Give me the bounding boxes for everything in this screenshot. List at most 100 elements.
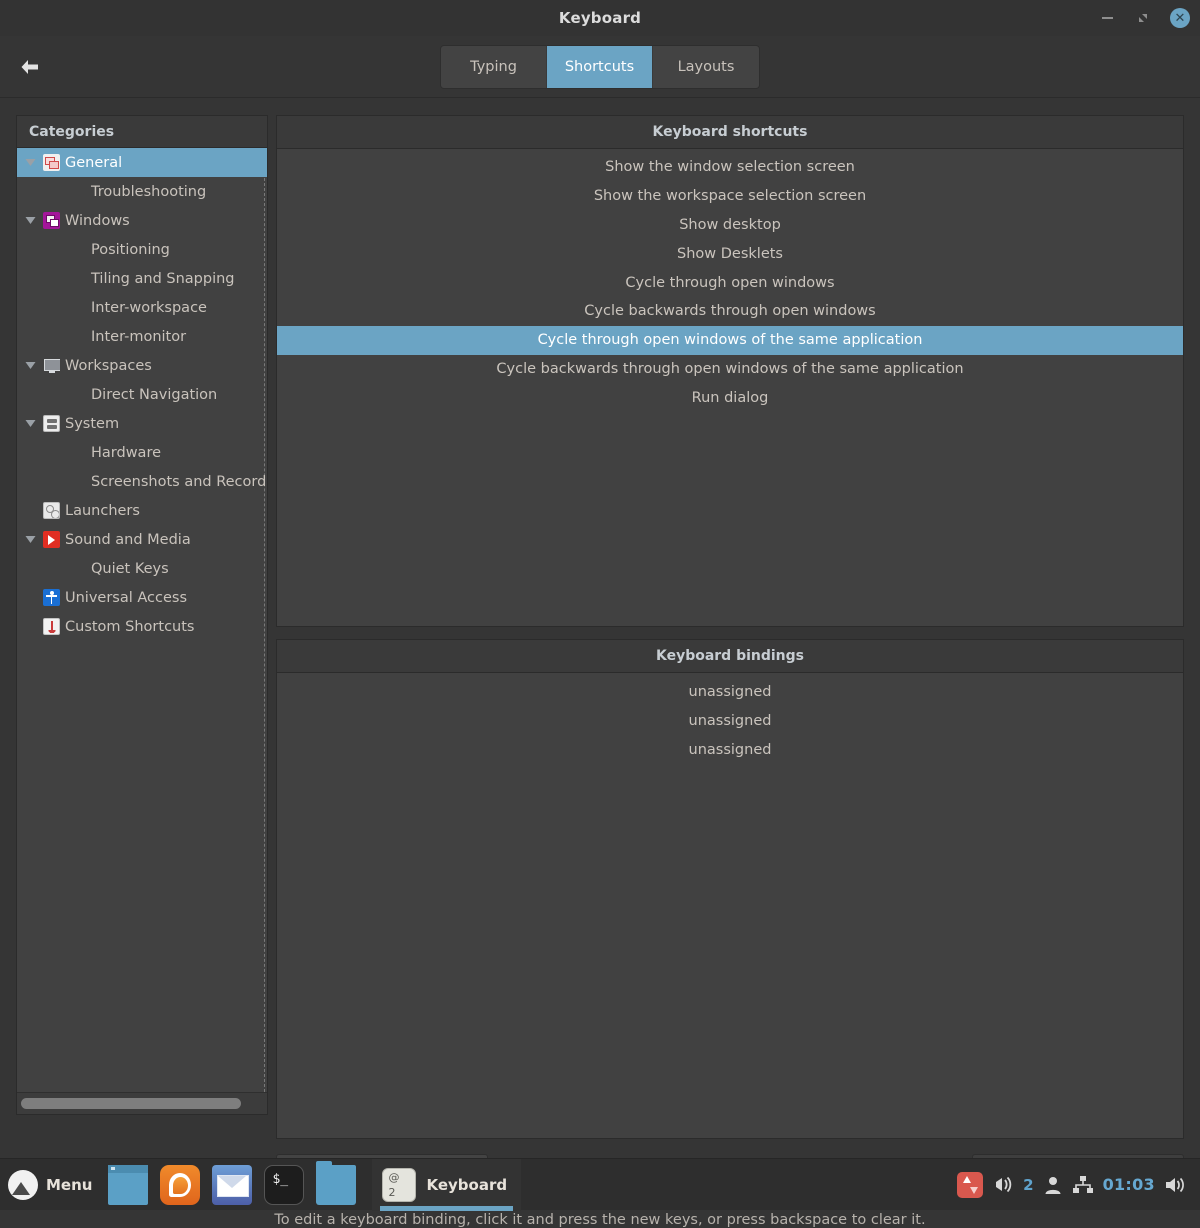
sidebar-item-label: Sound and Media: [65, 532, 191, 548]
taskbar-window-button-keyboard[interactable]: @ 2 Keyboard: [372, 1159, 521, 1211]
sidebar-item-label: System: [65, 416, 119, 432]
launchers-icon: [43, 502, 60, 519]
shortcut-row[interactable]: Show desktop: [277, 211, 1183, 240]
sidebar-item-label: General: [65, 155, 122, 171]
chevron-down-icon[interactable]: [17, 535, 43, 544]
sidebar-item-screenshots-and-recording[interactable]: Screenshots and Recording: [17, 467, 267, 496]
sidebar-item-custom-shortcuts[interactable]: Custom Shortcuts: [17, 612, 267, 641]
tab-bar: Typing Shortcuts Layouts: [440, 45, 760, 89]
keyboard-shortcuts-panel: Keyboard shortcuts Show the window selec…: [276, 115, 1184, 627]
sidebar-item-label: Tiling and Snapping: [91, 271, 235, 287]
sidebar-item-inter-monitor[interactable]: Inter-monitor: [17, 322, 267, 351]
title-bar: Keyboard ✕: [0, 0, 1200, 36]
window-title: Keyboard: [559, 9, 641, 27]
keyboard-shortcuts-list[interactable]: Show the window selection screenShow the…: [277, 149, 1183, 626]
taskbar: Menu @ 2 Keyboard 2: [0, 1158, 1200, 1210]
sidebar-item-label: Launchers: [65, 503, 140, 519]
sidebar-item-label: Positioning: [91, 242, 170, 258]
update-manager-icon[interactable]: [957, 1172, 983, 1198]
back-button[interactable]: [14, 52, 46, 82]
categories-sidebar: Categories General Troubleshooting Windows…: [16, 115, 268, 1115]
keyboard-icon-at: @: [388, 1171, 399, 1184]
binding-row[interactable]: unassigned: [277, 706, 1183, 735]
file-manager-icon[interactable]: [316, 1165, 356, 1205]
sidebar-item-direct-navigation[interactable]: Direct Navigation: [17, 380, 267, 409]
keyboard-bindings-panel: Keyboard bindings unassignedunassignedun…: [276, 639, 1184, 1139]
sidebar-item-label: Quiet Keys: [91, 561, 169, 577]
categories-header: Categories: [17, 116, 267, 148]
windows-icon: [43, 212, 60, 229]
shortcut-row[interactable]: Show the window selection screen: [277, 153, 1183, 182]
sidebar-item-label: Workspaces: [65, 358, 152, 374]
terminal-icon[interactable]: [264, 1165, 304, 1205]
menu-button[interactable]: Menu: [0, 1159, 102, 1211]
network-icon[interactable]: [1072, 1175, 1094, 1195]
chevron-down-icon[interactable]: [17, 158, 43, 167]
volume-icon[interactable]: [1164, 1175, 1186, 1195]
sidebar-item-tiling-and-snapping[interactable]: Tiling and Snapping: [17, 264, 267, 293]
tab-shortcuts[interactable]: Shortcuts: [547, 46, 653, 88]
mail-icon[interactable]: [212, 1165, 252, 1205]
binding-row[interactable]: unassigned: [277, 677, 1183, 706]
sidebar-item-label: Custom Shortcuts: [65, 619, 194, 635]
sidebar-item-label: Windows: [65, 213, 130, 229]
sidebar-item-hardware[interactable]: Hardware: [17, 438, 267, 467]
sidebar-item-troubleshooting[interactable]: Troubleshooting: [17, 177, 267, 206]
sidebar-item-label: Screenshots and Recording: [91, 474, 267, 490]
sidebar-item-general[interactable]: General: [17, 148, 267, 177]
shortcut-row[interactable]: Cycle through open windows of the same a…: [277, 326, 1183, 355]
menu-logo-icon: [8, 1170, 38, 1200]
sidebar-item-workspaces[interactable]: Workspaces: [17, 351, 267, 380]
workspaces-icon: [43, 357, 60, 374]
minimize-button[interactable]: [1098, 9, 1116, 27]
shortcut-row[interactable]: Show Desklets: [277, 239, 1183, 268]
shortcut-row[interactable]: Show the workspace selection screen: [277, 182, 1183, 211]
sound-media-icon: [43, 531, 60, 548]
sidebar-item-system[interactable]: System: [17, 409, 267, 438]
firefox-icon[interactable]: [160, 1165, 200, 1205]
sidebar-item-quiet-keys[interactable]: Quiet Keys: [17, 554, 267, 583]
menu-label: Menu: [46, 1176, 92, 1194]
show-desktop-icon[interactable]: [108, 1165, 148, 1205]
user-icon[interactable]: [1043, 1175, 1063, 1195]
chevron-down-icon[interactable]: [17, 361, 43, 370]
chevron-down-icon[interactable]: [17, 216, 43, 225]
keyboard-icon-two: 2: [388, 1186, 395, 1199]
sidebar-item-label: Inter-workspace: [91, 300, 207, 316]
close-button[interactable]: ✕: [1170, 8, 1190, 28]
scrollbar-thumb[interactable]: [21, 1098, 241, 1109]
tab-typing[interactable]: Typing: [441, 46, 547, 88]
clock[interactable]: 01:03: [1103, 1175, 1155, 1194]
keyboard-shortcuts-header: Keyboard shortcuts: [277, 116, 1183, 149]
shortcut-row[interactable]: Cycle through open windows: [277, 268, 1183, 297]
arrow-left-icon: [19, 58, 41, 76]
shortcut-row[interactable]: Cycle backwards through open windows: [277, 297, 1183, 326]
binding-row[interactable]: unassigned: [277, 735, 1183, 764]
sidebar-item-label: Hardware: [91, 445, 161, 461]
sidebar-item-launchers[interactable]: Launchers: [17, 496, 267, 525]
window-controls: ✕: [1098, 0, 1190, 36]
chevron-down-icon[interactable]: [17, 419, 43, 428]
keyboard-bindings-list[interactable]: unassignedunassignedunassigned: [277, 673, 1183, 1138]
categories-tree[interactable]: General Troubleshooting Windows Positioning…: [17, 148, 267, 1092]
maximize-button[interactable]: [1134, 9, 1152, 27]
notification-bell-icon[interactable]: [992, 1175, 1014, 1195]
shortcut-row[interactable]: Cycle backwards through open windows of …: [277, 355, 1183, 384]
sidebar-item-positioning[interactable]: Positioning: [17, 235, 267, 264]
notification-count: 2: [1023, 1176, 1033, 1194]
sidebar-item-label: Troubleshooting: [91, 184, 206, 200]
taskbar-window-label: Keyboard: [426, 1176, 507, 1194]
keyboard-bindings-header: Keyboard bindings: [277, 640, 1183, 673]
sidebar-item-windows[interactable]: Windows: [17, 206, 267, 235]
shortcut-row[interactable]: Run dialog: [277, 383, 1183, 412]
universal-access-icon: [43, 589, 60, 606]
sidebar-item-universal-access[interactable]: Universal Access: [17, 583, 267, 612]
sidebar-item-label: Inter-monitor: [91, 329, 186, 345]
sidebar-item-inter-workspace[interactable]: Inter-workspace: [17, 293, 267, 322]
tab-layouts[interactable]: Layouts: [653, 46, 759, 88]
sidebar-item-sound-and-media[interactable]: Sound and Media: [17, 525, 267, 554]
sidebar-horizontal-scrollbar[interactable]: [17, 1092, 267, 1114]
main-content: Categories General Troubleshooting Windows…: [0, 99, 1200, 1151]
sidebar-item-label: Direct Navigation: [91, 387, 217, 403]
sidebar-item-label: Universal Access: [65, 590, 187, 606]
